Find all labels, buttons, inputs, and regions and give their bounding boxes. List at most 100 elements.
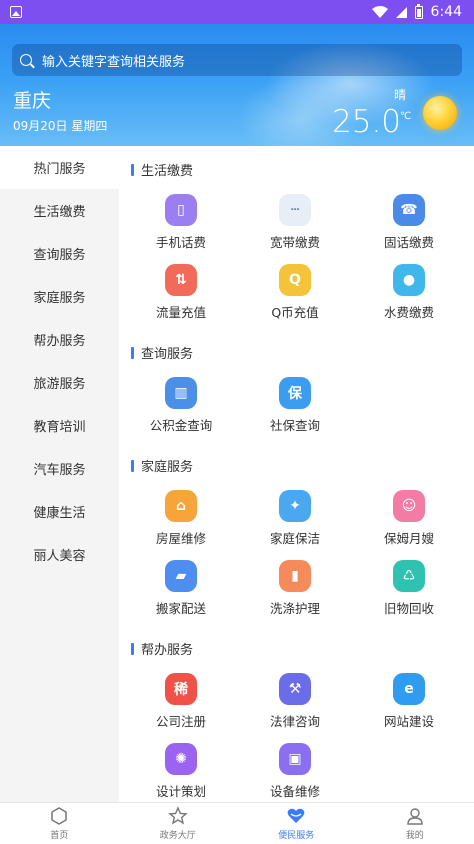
search-bar[interactable]: 输入关键字查询相关服务 [12, 44, 462, 76]
wifi-icon [371, 6, 388, 18]
service-label: 搬家配送 [155, 601, 206, 616]
tab-home[interactable]: 首页 [0, 803, 119, 844]
section-title: 家庭服务 [131, 456, 193, 475]
service-item[interactable]: ▥ 公积金查询 [131, 377, 231, 437]
service-item[interactable]: ▰ 搬家配送 [131, 560, 231, 620]
search-placeholder: 输入关键字查询相关服务 [42, 54, 186, 70]
signal-icon [395, 6, 407, 18]
tab-profile[interactable]: 我的 [356, 803, 474, 844]
router-icon: ┄ [279, 194, 311, 226]
service-list: 生活缴费 ▯ 手机话费 ┄ 宽带缴费 ☎ 固话缴费 ⇅ 流量充值 Q Q币充值 ● 水费缴费查询服务 ▥ 公… [119, 146, 474, 802]
service-item[interactable]: e 网站建设 [359, 673, 459, 733]
service-item[interactable]: ⌂ 房屋维修 [131, 490, 231, 550]
category-sidebar: 热门服务 生活缴费 查询服务 家庭服务 帮办服务 旅游服务 教育培训 汽车服务 健康生活 丽人美容 [0, 146, 119, 802]
service-label: 公司注册 [155, 714, 206, 729]
ie-browser-icon: e [393, 673, 425, 705]
service-label: 洗涤护理 [269, 601, 320, 616]
service-item[interactable]: ● 水费缴费 [359, 264, 459, 324]
city-name[interactable]: 重庆 [13, 86, 51, 113]
sidebar-item[interactable]: 健康生活 [0, 490, 119, 533]
sidebar-item[interactable]: 教育培训 [0, 404, 119, 447]
service-label: 社保查询 [269, 418, 320, 433]
tv-repair-icon: ▣ [279, 743, 311, 775]
sun-icon [423, 96, 457, 130]
service-item[interactable]: Q Q币充值 [245, 264, 345, 324]
service-label: Q币充值 [271, 305, 319, 320]
tab-government-hall[interactable]: 政务大厅 [119, 803, 238, 844]
mobile-phone-icon: ▯ [165, 194, 197, 226]
service-label: 手机话费 [155, 235, 206, 250]
current-date: 09月20日 星期四 [13, 119, 108, 133]
service-label: 设备维修 [269, 784, 320, 799]
service-item[interactable]: ▮ 洗涤护理 [245, 560, 345, 620]
service-label: 法律咨询 [269, 714, 320, 729]
service-item[interactable]: ⇅ 流量充值 [131, 264, 231, 324]
water-drop-icon: ● [393, 264, 425, 296]
gavel-icon: ⚒ [279, 673, 311, 705]
service-item[interactable]: ☺ 保姆月嫂 [359, 490, 459, 550]
service-label: 公积金查询 [149, 418, 213, 433]
tab-label: 便民服务 [278, 831, 315, 841]
sidebar-item[interactable]: 丽人美容 [0, 533, 119, 576]
sidebar-item[interactable]: 帮办服务 [0, 318, 119, 361]
laundry-icon: ▮ [279, 560, 311, 592]
sidebar-item[interactable]: 热门服务 [0, 146, 119, 189]
tab-label: 我的 [405, 831, 424, 841]
sidebar-item[interactable]: 生活缴费 [0, 189, 119, 232]
bottom-nav: 首页 政务大厅 便民服务 我的 [0, 802, 474, 844]
truck-icon: ▰ [165, 560, 197, 592]
service-item[interactable]: ┄ 宽带缴费 [245, 194, 345, 254]
section-title: 帮办服务 [131, 639, 193, 658]
battery-icon [414, 3, 423, 19]
service-item[interactable]: ♺ 旧物回收 [359, 560, 459, 620]
tab-label: 首页 [50, 831, 69, 841]
building-icon: ▥ [165, 377, 197, 409]
service-label: 房屋维修 [155, 531, 206, 546]
company-register-icon: 稀 [165, 673, 197, 705]
data-recharge-icon: ⇅ [165, 264, 197, 296]
service-item[interactable]: ▯ 手机话费 [131, 194, 231, 254]
service-label: 旧物回收 [383, 601, 434, 616]
service-label: 宽带缴费 [269, 235, 320, 250]
nanny-icon: ☺ [393, 490, 425, 522]
tab-label: 政务大厅 [159, 831, 196, 841]
service-label: 网站建设 [383, 714, 434, 729]
service-label: 保姆月嫂 [383, 531, 434, 546]
sidebar-item[interactable]: 查询服务 [0, 232, 119, 275]
service-label: 水费缴费 [383, 305, 434, 320]
status-bar: 6:44 [0, 0, 474, 24]
home-hexagon-icon [51, 807, 67, 825]
weather-condition: 晴 [394, 88, 407, 102]
service-item[interactable]: ✺ 设计策划 [131, 743, 231, 802]
user-icon [407, 808, 423, 825]
app-notification-icon [10, 6, 22, 18]
temperature: 25.0 [332, 104, 402, 140]
social-security-shield-icon: 保 [279, 377, 311, 409]
sidebar-item[interactable]: 家庭服务 [0, 275, 119, 318]
q-coin-icon: Q [279, 264, 311, 296]
service-item[interactable]: ⚒ 法律咨询 [245, 673, 345, 733]
service-item[interactable]: ▣ 设备维修 [245, 743, 345, 802]
service-label: 设计策划 [155, 784, 206, 799]
star-icon [168, 806, 188, 825]
service-item[interactable]: 稀公司注册 [131, 673, 231, 733]
lightbulb-icon: ✺ [165, 743, 197, 775]
tab-convenience-services[interactable]: 便民服务 [237, 803, 356, 844]
service-item[interactable]: ✦ 家庭保洁 [245, 490, 345, 550]
section-title: 生活缴费 [131, 160, 193, 179]
cleaning-icon: ✦ [279, 490, 311, 522]
service-label: 家庭保洁 [269, 531, 320, 546]
section-title: 查询服务 [131, 343, 193, 362]
sidebar-item[interactable]: 旅游服务 [0, 361, 119, 404]
status-time: 6:44 [430, 4, 462, 20]
service-label: 固话缴费 [383, 235, 434, 250]
weather-header: 输入关键字查询相关服务 重庆 09月20日 星期四 晴 25.0 ℃ [0, 24, 474, 146]
service-label: 流量充值 [155, 305, 206, 320]
search-icon [20, 54, 32, 66]
service-item[interactable]: 保社保查询 [245, 377, 345, 437]
recycle-bin-icon: ♺ [393, 560, 425, 592]
temperature-unit: ℃ [400, 111, 412, 122]
service-item[interactable]: ☎ 固话缴费 [359, 194, 459, 254]
landline-phone-icon: ☎ [393, 194, 425, 226]
sidebar-item[interactable]: 汽车服务 [0, 447, 119, 490]
